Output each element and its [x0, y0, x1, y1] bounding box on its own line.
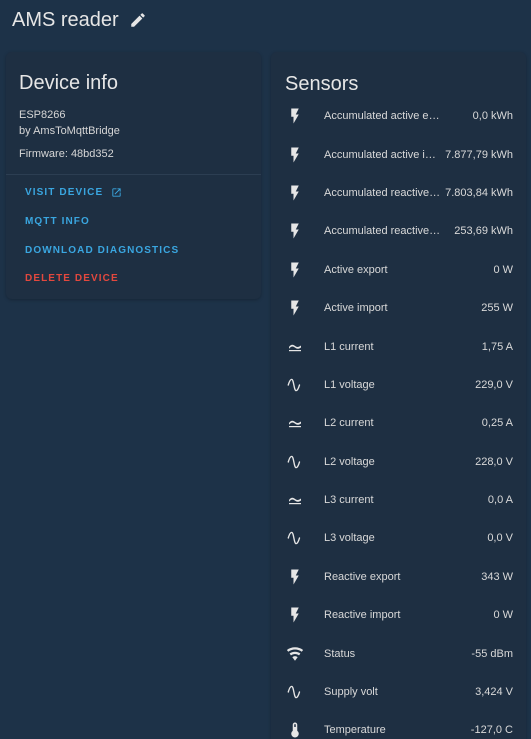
sensor-value: -127,0 C — [470, 724, 513, 737]
visit-device-button[interactable]: VISIT DEVICE — [25, 187, 122, 198]
sensor-name: L2 current — [324, 417, 374, 430]
sensor-row[interactable]: L1 current 1,75 A — [271, 327, 526, 365]
sine-wave-icon — [285, 452, 305, 472]
sensor-name: Accumulated active export — [324, 110, 442, 123]
device-manufacturer: by AmsToMqttBridge — [19, 125, 120, 137]
sensor-row[interactable]: L2 voltage 228,0 V — [271, 443, 526, 481]
sensor-name: Accumulated reactive import — [324, 225, 442, 238]
pencil-icon[interactable] — [129, 11, 147, 29]
sensor-name: L1 voltage — [324, 378, 375, 391]
sensor-value: 0,0 V — [487, 532, 513, 545]
sensors-title: Sensors — [285, 73, 359, 95]
sensors-card: Sensors Accumulated active export 0,0 kWh… — [271, 52, 526, 739]
sensor-name: Accumulated active import — [324, 148, 442, 161]
sensor-list: Accumulated active export 0,0 kWh Accumula… — [271, 97, 526, 739]
sensor-value: 229,0 V — [475, 378, 513, 391]
current-ac-icon — [285, 490, 305, 510]
sensor-row[interactable]: L1 voltage 229,0 V — [271, 366, 526, 404]
flash-icon — [285, 567, 305, 587]
sensor-name: L2 voltage — [324, 455, 375, 468]
device-info-card: Device info ESP8266 by AmsToMqttBridge F… — [6, 52, 261, 299]
sensor-name: Accumulated reactive export — [324, 186, 442, 199]
sensor-row[interactable]: L3 current 0,0 A — [271, 481, 526, 519]
sensor-value: 228,0 V — [475, 455, 513, 468]
sensor-row[interactable]: Accumulated reactive import 253,69 kWh — [271, 212, 526, 250]
flash-icon — [285, 106, 305, 126]
delete-device-button[interactable]: DELETE DEVICE — [25, 273, 119, 284]
sensor-value: 0,25 A — [481, 417, 513, 430]
sensor-name: Temperature — [324, 724, 386, 737]
sensor-row[interactable]: Reactive import 0 W — [271, 596, 526, 634]
sensor-row[interactable]: Status -55 dBm — [271, 634, 526, 672]
sensor-value: -55 dBm — [471, 647, 513, 660]
sensor-name: Reactive import — [324, 609, 401, 622]
sine-wave-icon — [285, 528, 305, 548]
device-info-title: Device info — [19, 72, 118, 94]
flash-icon — [285, 221, 305, 241]
sensor-value: 343 W — [481, 570, 513, 583]
sensor-value: 7.877,79 kWh — [445, 148, 513, 161]
sensor-row[interactable]: Active import 255 W — [271, 289, 526, 327]
sensor-row[interactable]: Active export 0 W — [271, 251, 526, 289]
sensor-value: 3,424 V — [475, 686, 513, 699]
sensor-row[interactable]: L3 voltage 0,0 V — [271, 519, 526, 557]
sine-wave-icon — [285, 682, 305, 702]
sensor-value: 0,0 kWh — [472, 110, 513, 123]
sensor-value: 0 W — [493, 263, 513, 276]
current-ac-icon — [285, 413, 305, 433]
download-diagnostics-button[interactable]: DOWNLOAD DIAGNOSTICS — [25, 245, 179, 256]
sensor-name: Status — [324, 647, 356, 660]
sensor-name: Active import — [324, 302, 388, 315]
open-in-new-icon — [111, 187, 122, 198]
sensor-value: 0 W — [493, 609, 513, 622]
visit-device-label: VISIT DEVICE — [25, 187, 104, 198]
sensor-row[interactable]: Accumulated active export 0,0 kWh — [271, 97, 526, 135]
sensor-name: L1 current — [324, 340, 374, 353]
page-header: AMS reader — [12, 0, 147, 40]
sensor-row[interactable]: Accumulated reactive export7.803,84 kWh — [271, 174, 526, 212]
sensor-row[interactable]: Reactive export 343 W — [271, 558, 526, 596]
sensor-name: Active export — [324, 263, 388, 276]
mqtt-info-button[interactable]: MQTT INFO — [25, 216, 90, 227]
flash-icon — [285, 183, 305, 203]
sensor-value: 0,0 A — [487, 494, 513, 507]
flash-icon — [285, 298, 305, 318]
sensor-value: 253,69 kWh — [454, 225, 513, 238]
current-ac-icon — [285, 337, 305, 357]
sensor-row[interactable]: Accumulated active import 7.877,79 kWh — [271, 135, 526, 173]
sensor-name: L3 voltage — [324, 532, 375, 545]
sensor-name: Reactive export — [324, 570, 401, 583]
sine-wave-icon — [285, 375, 305, 395]
flash-icon — [285, 145, 305, 165]
sensor-row[interactable]: Supply volt 3,424 V — [271, 673, 526, 711]
sensor-name: Supply volt — [324, 686, 378, 699]
page-title: AMS reader — [12, 8, 119, 31]
sensor-value: 1,75 A — [481, 340, 513, 353]
device-firmware: Firmware: 48bd352 — [19, 148, 114, 160]
wifi-icon — [285, 644, 305, 664]
sensor-value: 255 W — [481, 302, 513, 315]
sensor-row[interactable]: Temperature -127,0 C — [271, 711, 526, 739]
sensor-row[interactable]: L2 current 0,25 A — [271, 404, 526, 442]
flash-icon — [285, 260, 305, 280]
flash-icon — [285, 605, 305, 625]
sensor-value: 7.803,84 kWh — [445, 186, 513, 199]
device-model: ESP8266 — [19, 109, 66, 121]
thermometer-icon — [285, 720, 305, 739]
sensor-name: L3 current — [324, 494, 374, 507]
divider — [6, 174, 261, 175]
